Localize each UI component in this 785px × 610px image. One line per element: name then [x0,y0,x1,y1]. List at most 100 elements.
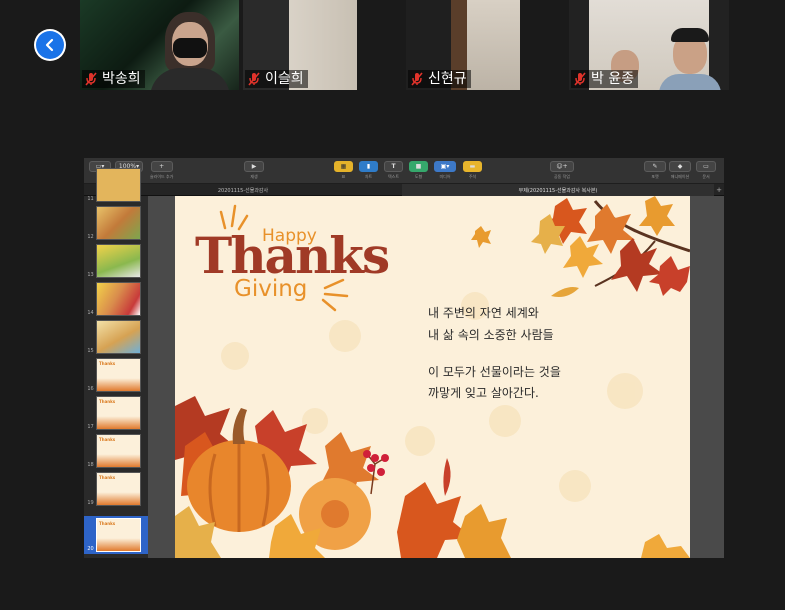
document-icon: ▭ [696,161,716,172]
slide-body-line: 내 삶 속의 소중한 사람들 [428,328,554,342]
document-button[interactable]: ▭ 문서 [696,161,716,180]
keynote-toolbar: ▭▾ 보기 100%▾ 확대/축소 + 슬라이드 추가 ▶ 재생 ▦ 표 ▮ 차… [84,158,724,184]
participant-tile[interactable]: 박 윤종 [569,0,729,90]
muted-mic-icon [85,72,97,86]
format-button[interactable]: ✎ 포맷 [644,161,666,180]
falling-leaf [551,287,579,297]
faint-leaf [221,342,249,370]
table-icon: ▦ [334,161,353,172]
collaborate-button[interactable]: ☺+ 공동 작업 [550,161,574,180]
slide-thumbnail-image [96,320,141,354]
slide-body-line: 까맣게 잊고 살아간다. [428,386,539,400]
flower-pumpkin-center [321,500,349,528]
slide-thumbnail-image [96,244,141,278]
red-berry [363,450,371,458]
slide-thumbnail[interactable]: 11 [84,166,148,204]
maple-leaf [649,256,690,296]
pumpkin-stem [232,408,247,444]
slide-thumbnail-image [96,282,141,316]
slide-thumbnail-image: Thanks [96,518,141,552]
slide[interactable]: Thanks Happy Giving 내 주변의 자연 세계와 내 삶 속의 … [175,196,690,558]
document-tabs: 20201115-선물과감사 무제(20201115-선물과감사 복사본) + [84,184,724,196]
tab-copy[interactable]: 무제(20201115-선물과감사 복사본) [402,184,714,196]
slide-thumbnail[interactable]: Thanks 18 [84,432,148,470]
slide-canvas: Thanks Happy Giving 내 주변의 자연 세계와 내 삶 속의 … [148,196,724,558]
faint-leaf [559,470,591,502]
add-slide-button[interactable]: + 슬라이드 추가 [150,161,173,180]
red-berry [367,464,375,472]
slide-thumbnail-image: Thanks [96,472,141,506]
chart-icon: ▮ [359,161,378,172]
slide-thumbnail-selected[interactable]: Thanks 20 [84,516,148,554]
faint-leaf [302,408,328,434]
pumpkin-arrangement [175,396,690,558]
participant-hair [671,28,709,42]
slide-thumbnail[interactable]: Thanks 19 [84,470,148,508]
participant-name: 박송희 [102,71,141,87]
slide-thumbnail[interactable]: 12 [84,204,148,242]
participant-shoulders [659,74,721,90]
slide-title-giving: Giving [234,276,308,302]
new-tab-button[interactable]: + [714,184,724,196]
media-button[interactable]: ▣▾ 미디어 [434,161,456,180]
collaborate-icon: ☺+ [550,161,574,172]
maple-leaf [611,238,663,292]
faint-leaf [607,373,643,409]
faint-leaf [405,426,435,456]
participant-name: 신현규 [428,71,467,87]
slide-thumbnail-image: Thanks [96,358,141,392]
red-berry [377,468,385,476]
back-button-circle [36,31,64,59]
participant-name: 박 윤종 [591,71,635,87]
comment-icon: ▬ [463,161,482,172]
animate-icon: ◆ [669,161,691,172]
text-button[interactable]: T 텍스트 [384,161,403,180]
spark-line [230,204,237,228]
participant-wall [464,0,520,90]
play-button[interactable]: ▶ 재생 [244,161,264,180]
red-berry [381,454,389,462]
chart-button[interactable]: ▮ 차트 [359,161,378,180]
participant-mask [173,38,207,58]
wheat-leaf [443,458,451,496]
muted-mic-icon [411,72,423,86]
slide-body-line: 이 모두가 선물이라는 것을 [428,365,561,379]
shape-icon: ■ [409,161,428,172]
slide-thumbnail-image: Thanks [96,396,141,430]
plus-icon: + [150,161,173,172]
falling-leaf [471,226,491,248]
back-button[interactable] [34,29,66,61]
text-icon: T [384,161,403,172]
table-button[interactable]: ▦ 표 [334,161,353,180]
maple-leaf [641,534,690,558]
slide-thumbnail[interactable]: 15 [84,318,148,356]
media-icon: ▣▾ [434,161,456,172]
slide-navigator[interactable]: 11 12 13 14 15 Thanks 16 Thanks 17 Thank… [84,168,148,558]
participant-shoulders [150,68,230,90]
paintbrush-icon: ✎ [644,161,666,172]
shared-screen: ▭▾ 보기 100%▾ 확대/축소 + 슬라이드 추가 ▶ 재생 ▦ 표 ▮ 차… [84,158,724,558]
faint-leaf [489,405,521,437]
branch-top-right [471,196,690,297]
slide-thumbnail-image [96,206,141,240]
participant-nametag: 박 윤종 [571,70,639,88]
maple-leaf [563,236,603,278]
participant-nametag: 신현규 [408,70,471,88]
participant-tile[interactable]: 이슬희 [243,0,357,90]
slide-thumbnail[interactable]: Thanks 16 [84,356,148,394]
chevron-left-icon [45,38,54,52]
maple-leaf [639,196,675,236]
slide-thumbnail[interactable]: 13 [84,242,148,280]
faint-leaf [329,320,361,352]
comment-button[interactable]: ▬ 주석 [463,161,482,180]
slide-thumbnail[interactable]: Thanks 17 [84,394,148,432]
animate-button[interactable]: ◆ 애니메이션 [669,161,691,180]
participant-tile[interactable]: 박송희 [80,0,239,90]
participant-tile[interactable]: 신현규 [406,0,520,90]
shape-button[interactable]: ■ 도형 [409,161,428,180]
participant-nametag: 이슬희 [245,70,308,88]
spark-line [323,292,349,298]
participant-name: 이슬희 [265,71,304,87]
muted-mic-icon [248,72,260,86]
slide-thumbnail[interactable]: 14 [84,280,148,318]
